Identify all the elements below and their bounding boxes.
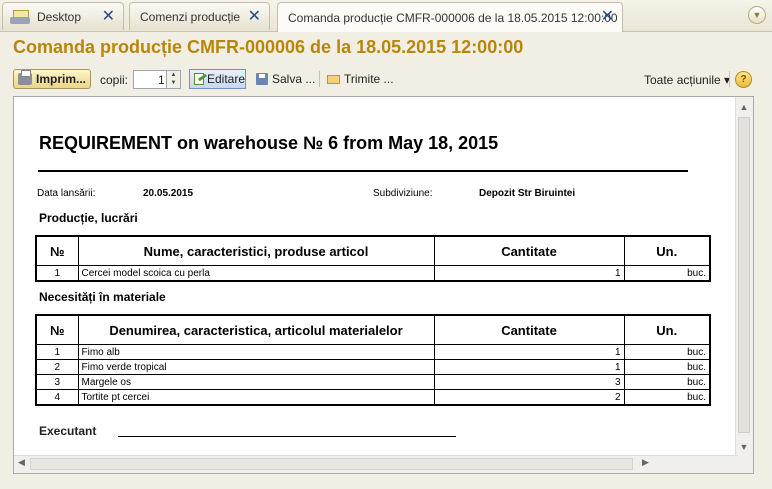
tab-label: Desktop: [37, 9, 82, 24]
tab-comanda-productie[interactable]: Comanda producție CMFR-000006 de la 18.0…: [277, 2, 623, 32]
title-underline: [38, 170, 688, 172]
products-table: № Nume, caracteristici, produse articol …: [35, 235, 711, 282]
row-quantity: 3: [433, 374, 625, 390]
tab-label: Comanda producție CMFR-000006 de la 18.0…: [288, 10, 618, 25]
scroll-down-icon[interactable]: ▼: [738, 440, 750, 454]
send-label: Trimite ...: [344, 72, 394, 86]
print-label: Imprim...: [36, 72, 87, 86]
materials-section-title: Necesități în materiale: [39, 290, 166, 304]
close-icon[interactable]: ✕: [248, 9, 261, 25]
row-unit: buc.: [623, 344, 711, 360]
column-header: №: [35, 235, 79, 266]
edit-label: Editare: [206, 72, 245, 86]
column-header: Cantitate: [433, 314, 625, 345]
table-row: 2 Fimo verde tropical 1 buc.: [35, 359, 711, 375]
row-number: 1: [35, 265, 79, 282]
row-number: 1: [35, 344, 79, 360]
table-header-row: № Nume, caracteristici, produse articol …: [35, 235, 711, 266]
tab-desktop[interactable]: Desktop ✕: [2, 2, 124, 30]
tab-bar: Desktop ✕ Comenzi producție ✕ Comanda pr…: [0, 0, 772, 32]
save-label: Salva ...: [272, 72, 316, 86]
row-number: 3: [35, 374, 79, 390]
signature-line: [118, 436, 456, 437]
document-viewer: REQUIREMENT on warehouse № 6 from May 18…: [13, 96, 754, 474]
toolbar-divider: [319, 71, 320, 87]
row-unit: buc.: [623, 359, 711, 375]
copies-value: 1: [158, 73, 165, 87]
mail-icon: [327, 74, 340, 84]
edit-icon: [194, 73, 204, 85]
copies-label: copii:: [100, 73, 129, 87]
row-quantity: 1: [433, 265, 625, 282]
column-header: №: [35, 314, 79, 345]
print-button[interactable]: Imprim...: [13, 69, 91, 89]
horizontal-scrollbar[interactable]: ◀ ▶: [14, 455, 738, 473]
column-header: Un.: [623, 235, 711, 266]
page-title: Comanda producție CMFR-000006 de la 18.0…: [13, 37, 524, 57]
tab-label: Comenzi producție: [140, 9, 241, 24]
send-button[interactable]: Trimite ...: [327, 69, 394, 89]
table-header-row: № Denumirea, caracteristica, articolul m…: [35, 314, 711, 345]
copies-stepper[interactable]: 1 ▲ ▼: [133, 70, 181, 89]
scroll-thumb[interactable]: [738, 117, 750, 433]
row-number: 2: [35, 359, 79, 375]
spin-arrows-icon[interactable]: ▲ ▼: [166, 71, 180, 88]
save-button[interactable]: Salva ...: [256, 69, 315, 89]
products-section-title: Producție, lucrări: [39, 211, 138, 225]
table-row: 1 Fimo alb 1 buc.: [35, 344, 711, 360]
row-name: Margele os: [77, 374, 435, 390]
scroll-thumb[interactable]: [30, 458, 633, 470]
help-icon[interactable]: ?: [735, 71, 752, 88]
table-row: 4 Tortite pt cercei 2 buc.: [35, 389, 711, 406]
subdivision-value: Depozit Str Biruintei: [479, 188, 576, 199]
materials-table: № Denumirea, caracteristica, articolul m…: [35, 314, 711, 406]
scroll-up-icon[interactable]: ▲: [738, 100, 750, 114]
subdivision-label: Subdiviziune:: [373, 188, 433, 199]
column-header: Denumirea, caracteristica, articolul mat…: [77, 314, 435, 345]
table-row: 3 Margele os 3 buc.: [35, 374, 711, 390]
row-name: Tortite pt cercei: [77, 389, 435, 406]
row-unit: buc.: [623, 374, 711, 390]
row-quantity: 1: [433, 344, 625, 360]
row-name: Fimo verde tropical: [77, 359, 435, 375]
table-row: 1 Cercei model scoica cu perla 1 buc.: [35, 265, 711, 282]
printer-icon: [18, 70, 32, 85]
launch-date-value: 20.05.2015: [143, 188, 194, 199]
executant-label: Executant: [39, 424, 97, 438]
scroll-right-icon[interactable]: ▶: [642, 457, 649, 468]
close-icon[interactable]: ✕: [102, 9, 115, 25]
tabs-menu-chevron-icon[interactable]: ▼: [748, 6, 766, 24]
all-actions-menu[interactable]: Toate acțiunile ▾: [644, 73, 730, 87]
row-number: 4: [35, 389, 79, 406]
save-icon: [256, 73, 268, 85]
toolbar-divider: [729, 71, 730, 87]
row-quantity: 2: [433, 389, 625, 406]
scroll-corner: [736, 456, 753, 473]
document-title: REQUIREMENT on warehouse № 6 from May 18…: [39, 133, 499, 153]
edit-button[interactable]: Editare: [189, 69, 246, 89]
tab-comenzi-productie[interactable]: Comenzi producție ✕: [129, 2, 270, 30]
launch-date-label: Data lansării:: [37, 188, 96, 199]
vertical-scrollbar[interactable]: ▲ ▼: [735, 97, 753, 457]
desktop-icon: [9, 8, 31, 26]
column-header: Un.: [623, 314, 711, 345]
row-quantity: 1: [433, 359, 625, 375]
column-header: Nume, caracteristici, produse articol: [77, 235, 435, 266]
toolbar: Imprim... copii: 1 ▲ ▼ Editare Salva ... …: [0, 66, 772, 94]
row-unit: buc.: [623, 265, 711, 282]
row-name: Cercei model scoica cu perla: [77, 265, 435, 282]
column-header: Cantitate: [433, 235, 625, 266]
row-name: Fimo alb: [77, 344, 435, 360]
row-unit: buc.: [623, 389, 711, 406]
close-icon[interactable]: ✕: [601, 9, 614, 25]
scroll-left-icon[interactable]: ◀: [18, 457, 25, 468]
